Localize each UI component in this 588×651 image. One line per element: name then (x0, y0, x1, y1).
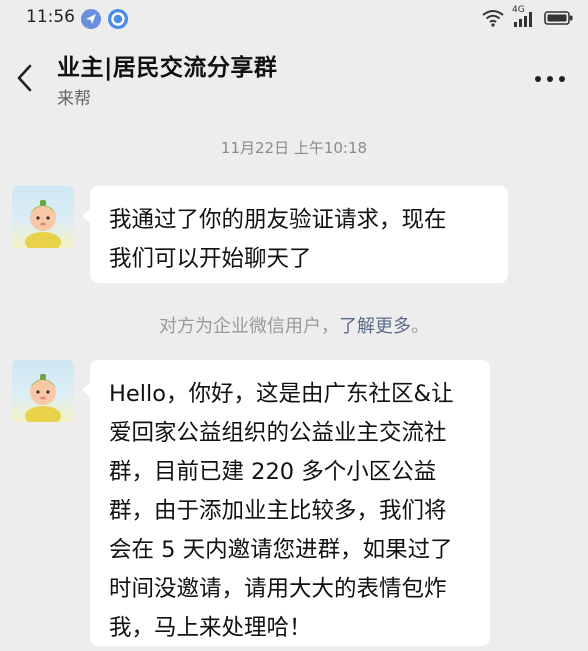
status-indicators: 4G (482, 5, 574, 28)
message-line: 群，目前已建 220 多个小区公益 (109, 459, 437, 485)
cartoon-avatar-icon (25, 200, 61, 248)
sender-avatar[interactable] (12, 186, 74, 248)
system-notice: 对方为企业微信用户，了解更多。 (0, 312, 588, 338)
message-line: 我，马上来处理哈！ (109, 615, 312, 641)
more-options-icon[interactable] (530, 64, 570, 94)
message-line: 会在 5 天内邀请您进群，如果过了 (109, 537, 453, 563)
send-icon (81, 9, 101, 29)
system-notice-text: 对方为企业微信用户， (159, 316, 339, 337)
message-timestamp: 11月22日 上午10:18 (220, 139, 368, 157)
cellular-signal-icon: 4G (512, 5, 536, 28)
message-line: 我通过了你的朋友验证请求，现在 (109, 207, 447, 233)
message-bubble[interactable]: 我通过了你的朋友验证请求，现在 我们可以开始聊天了 (82, 186, 508, 283)
chat-subtitle: 来帮 (57, 89, 91, 109)
message-line: 爱回家公益组织的公益业主交流社 (109, 420, 447, 446)
chat-title: 业主|居民交流分享群 (57, 55, 278, 81)
message-bubble[interactable]: Hello，你好，这是由广东社区&让 爱回家公益组织的公益业主交流社 群，目前已… (82, 360, 490, 646)
back-arrow-icon[interactable] (12, 60, 38, 96)
wifi-icon (482, 10, 504, 27)
cartoon-avatar-icon (25, 374, 61, 422)
battery-icon (544, 11, 573, 25)
message-line: 时间没邀请，请用大大的表情包炸 (109, 576, 447, 602)
sender-avatar[interactable] (12, 360, 74, 422)
app-ring-icon (108, 9, 128, 29)
message-line: 我们可以开始聊天了 (109, 246, 312, 272)
message-line: 群，由于添加业主比较多，我们将 (109, 498, 447, 524)
learn-more-link[interactable]: 了解更多 (339, 316, 411, 337)
system-notice-suffix: 。 (411, 316, 429, 337)
status-time: 11:56 (26, 7, 75, 27)
status-bar: 11:56 4G (0, 0, 588, 38)
chat-header: 业主|居民交流分享群 来帮 (0, 38, 588, 118)
message-line: Hello，你好，这是由广东社区&让 (109, 381, 454, 407)
